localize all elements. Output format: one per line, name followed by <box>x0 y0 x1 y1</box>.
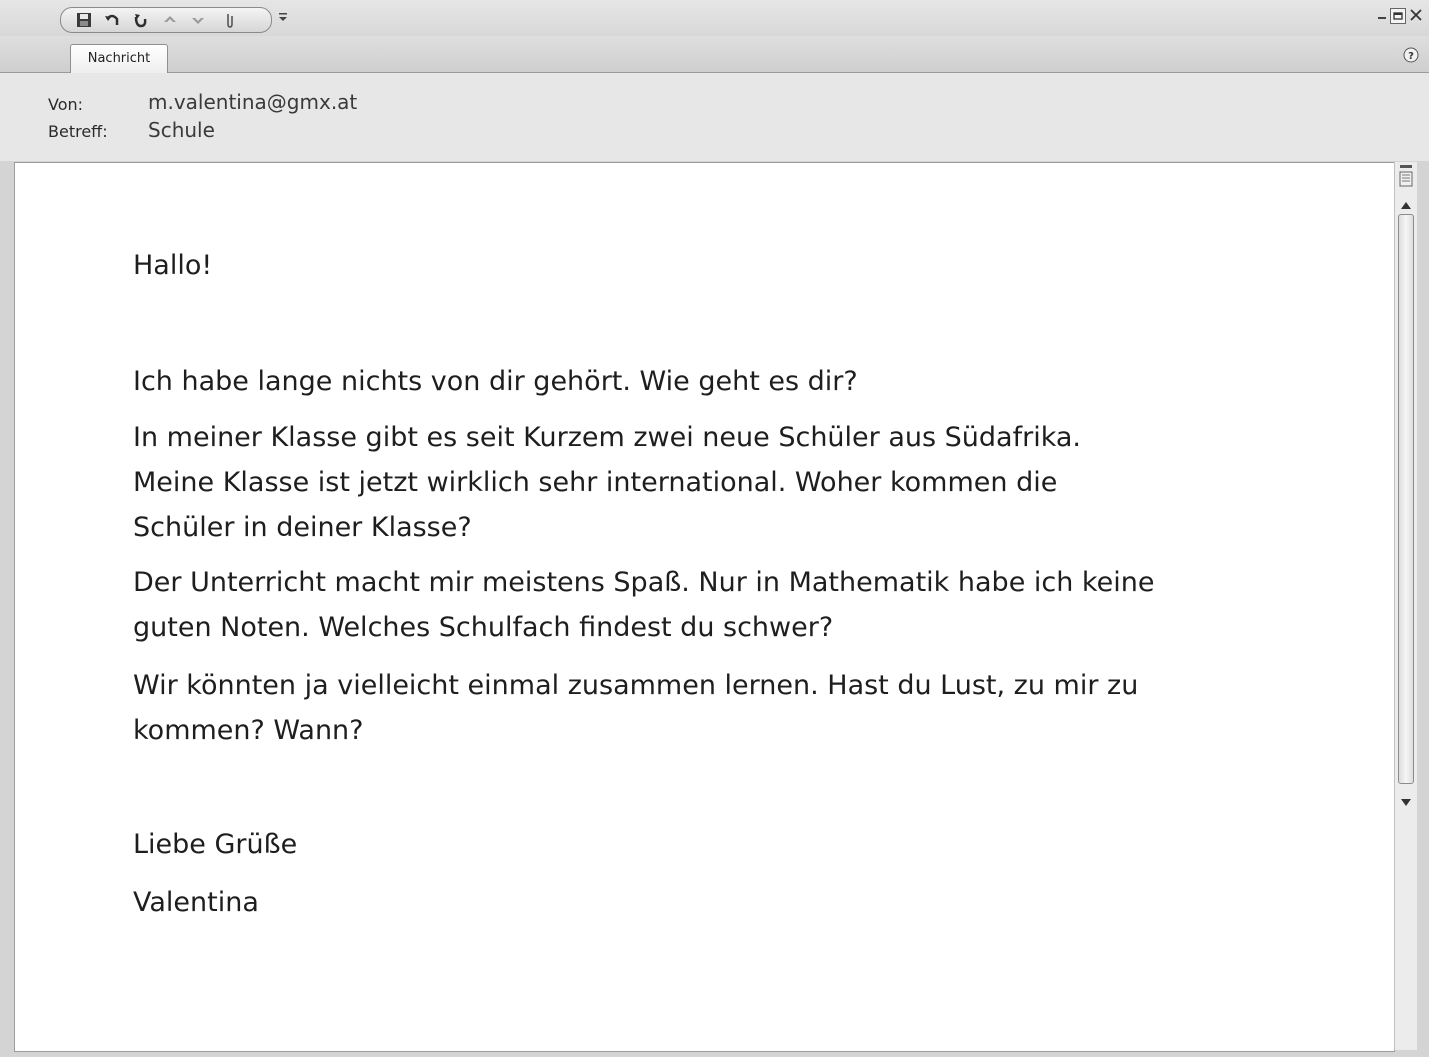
closing: Liebe Grüße <box>133 829 298 860</box>
tab-nachricht[interactable]: Nachricht <box>70 44 168 73</box>
quick-access-toolbar <box>60 7 272 33</box>
message-paragraph: Der Unterricht macht mir meistens Spaß. … <box>133 567 1155 643</box>
greeting: Hallo! <box>133 250 213 281</box>
signature: Valentina <box>133 887 259 918</box>
subject-label: Betreff: <box>48 122 108 141</box>
qat-customize-icon[interactable] <box>276 9 290 25</box>
message-header: Von: m.valentina@gmx.at Betreff: Schule <box>0 73 1429 161</box>
message-body[interactable]: Hallo! Ich habe lange nichts von dir geh… <box>14 162 1395 1052</box>
scrollbar-thumb[interactable] <box>1398 214 1414 784</box>
minimize-icon[interactable] <box>1376 8 1388 22</box>
svg-text:?: ? <box>1408 51 1414 62</box>
close-icon[interactable] <box>1409 8 1423 22</box>
save-icon[interactable] <box>75 11 93 29</box>
message-paragraph: Ich habe lange nichts von dir gehört. Wi… <box>133 366 858 397</box>
undo-icon[interactable] <box>103 11 121 29</box>
view-ruler-icon[interactable] <box>1397 164 1415 190</box>
subject-value: Schule <box>148 118 215 142</box>
previous-item-icon[interactable] <box>161 11 179 29</box>
title-bar <box>0 0 1429 36</box>
message-paragraph: In meiner Klasse gibt es seit Kurzem zwe… <box>133 422 1081 543</box>
attach-icon[interactable] <box>221 11 239 29</box>
restore-icon[interactable] <box>1390 8 1406 24</box>
next-item-icon[interactable] <box>189 11 207 29</box>
redo-icon[interactable] <box>131 11 149 29</box>
vertical-scrollbar[interactable] <box>1394 162 1417 1050</box>
help-icon[interactable]: ? <box>1403 47 1419 63</box>
from-label: Von: <box>48 95 84 114</box>
ribbon-tab-bar: Nachricht <box>0 36 1429 73</box>
from-value: m.valentina@gmx.at <box>148 90 358 114</box>
scroll-up-icon[interactable] <box>1399 196 1413 209</box>
message-paragraph: Wir könnten ja vielleicht einmal zusamme… <box>133 670 1139 746</box>
email-window: Nachricht ? Von: m.valentina@gmx.at Betr… <box>0 0 1429 1057</box>
scroll-down-icon[interactable] <box>1399 794 1413 806</box>
